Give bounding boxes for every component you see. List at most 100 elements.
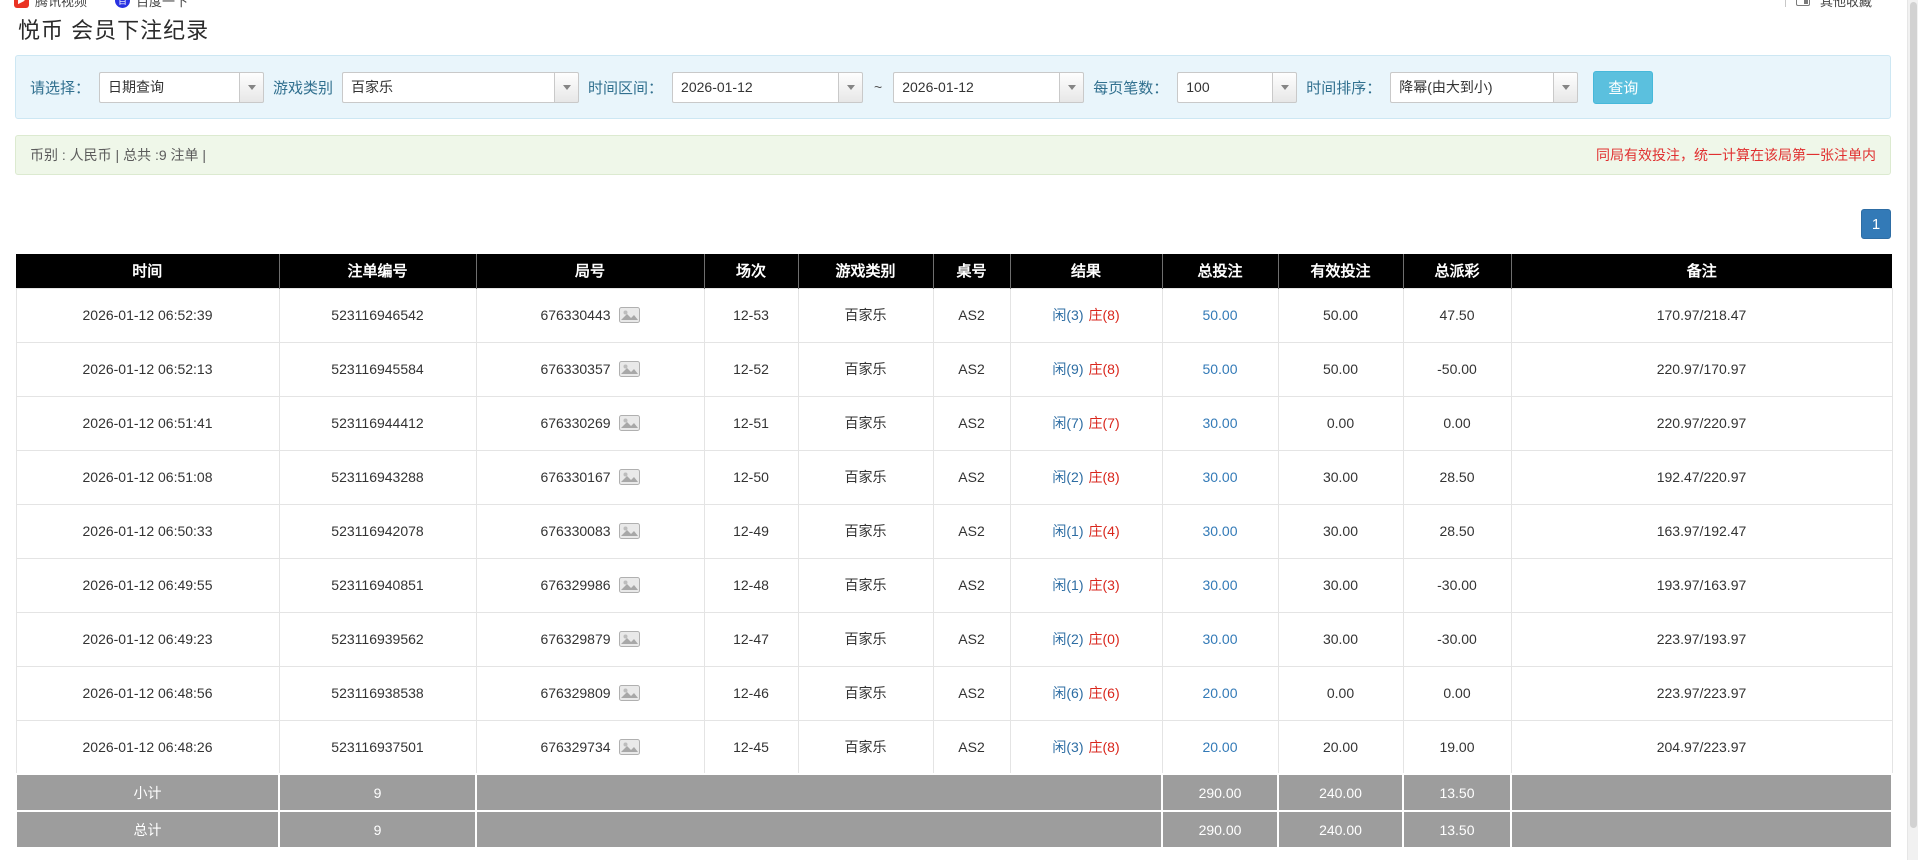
cell-total-bet: 30.00 xyxy=(1161,503,1279,559)
cell-valid-bet: 30.00 xyxy=(1277,503,1404,559)
header-valid-bet: 有效投注 xyxy=(1278,254,1404,288)
cell-table-no: AS2 xyxy=(932,719,1011,775)
total-bet-link[interactable]: 50.00 xyxy=(1202,361,1237,377)
filter-panel: 请选择： 游戏类别 时间区间： ~ 每页笔数： 时间排序： xyxy=(15,55,1891,119)
cell-game-type: 百家乐 xyxy=(797,557,934,613)
game-type-label: 游戏类别 xyxy=(273,79,334,97)
round-replay-icon[interactable] xyxy=(618,685,640,701)
total-bet-link[interactable]: 30.00 xyxy=(1202,631,1237,647)
query-type-input[interactable] xyxy=(99,71,240,103)
date-to-combo xyxy=(893,71,1085,103)
date-to-dropdown-arrow-icon[interactable] xyxy=(1059,71,1085,103)
scrollbar-thumb[interactable] xyxy=(1910,2,1917,828)
cell-payout: -30.00 xyxy=(1402,557,1512,613)
round-replay-icon[interactable] xyxy=(618,523,640,539)
round-number: 676330269 xyxy=(540,415,611,431)
date-from-input[interactable] xyxy=(672,71,839,103)
table-row: 2026-01-12 06:52:13 523116945584 6763303… xyxy=(15,341,1893,397)
round-replay-icon[interactable] xyxy=(618,469,640,485)
game-type-dropdown-arrow-icon[interactable] xyxy=(554,71,580,103)
page-1-button[interactable]: 1 xyxy=(1861,209,1891,239)
total-spacer xyxy=(475,810,1163,849)
table-row: 2026-01-12 06:49:55 523116940851 6763299… xyxy=(15,557,1893,613)
result-banker: 庄(8) xyxy=(1088,361,1120,377)
page-title: 悦币 会员下注纪录 xyxy=(18,18,210,43)
cell-game-type: 百家乐 xyxy=(797,719,934,775)
sort-combo xyxy=(1390,71,1579,103)
cell-bet-id: 523116938538 xyxy=(278,665,477,721)
cell-result: 闲(3) 庄(8) xyxy=(1009,287,1163,343)
table-body: 2026-01-12 06:52:39 523116946542 6763304… xyxy=(15,287,1893,775)
browser-scrollbar[interactable] xyxy=(1907,0,1918,860)
cell-result: 闲(3) 庄(8) xyxy=(1009,719,1163,775)
pagination: 1 xyxy=(15,209,1891,239)
date-from-dropdown-arrow-icon[interactable] xyxy=(838,71,864,103)
cell-result: 闲(2) 庄(8) xyxy=(1009,449,1163,505)
table-row: 2026-01-12 06:48:26 523116937501 6763297… xyxy=(15,719,1893,775)
sort-dropdown-arrow-icon[interactable] xyxy=(1553,71,1579,103)
cell-payout: 0.00 xyxy=(1402,395,1512,451)
cell-bet-id: 523116945584 xyxy=(278,341,477,397)
page-size-input[interactable] xyxy=(1177,71,1273,103)
cell-game-type: 百家乐 xyxy=(797,341,934,397)
header-time: 时间 xyxy=(16,254,280,288)
total-bet-link[interactable]: 30.00 xyxy=(1202,577,1237,593)
round-replay-icon[interactable] xyxy=(618,738,640,755)
header-note: 备注 xyxy=(1511,254,1892,288)
cell-total-bet: 50.00 xyxy=(1161,341,1279,397)
cell-time: 2026-01-12 06:50:33 xyxy=(15,503,280,559)
total-note xyxy=(1510,810,1893,849)
page-size-dropdown-arrow-icon[interactable] xyxy=(1272,71,1298,103)
total-bet-link[interactable]: 30.00 xyxy=(1202,469,1237,485)
round-replay-icon[interactable] xyxy=(618,307,640,323)
result-banker: 庄(8) xyxy=(1088,307,1120,323)
query-type-dropdown-arrow-icon[interactable] xyxy=(239,71,265,103)
cell-payout: -50.00 xyxy=(1402,341,1512,397)
bookmark-tencent-video[interactable]: ▶ 腾讯视频 xyxy=(14,0,87,10)
round-replay-icon[interactable] xyxy=(618,415,640,431)
cell-session: 12-53 xyxy=(703,287,799,343)
result-player: 闲(3) xyxy=(1052,307,1084,323)
bookmark-label: 百度一下 xyxy=(136,0,189,9)
bookmark-label: 腾讯视频 xyxy=(35,0,88,9)
date-to-input[interactable] xyxy=(893,71,1060,103)
subtotal-payout: 13.50 xyxy=(1402,773,1512,812)
result-banker: 庄(8) xyxy=(1088,469,1120,485)
cell-session: 12-52 xyxy=(703,341,799,397)
total-bet-link[interactable]: 50.00 xyxy=(1202,307,1237,323)
cell-note: 204.97/223.97 xyxy=(1510,719,1893,775)
side-panel-icon xyxy=(1795,0,1810,6)
result-banker: 庄(4) xyxy=(1088,523,1120,539)
total-bet-link[interactable]: 30.00 xyxy=(1202,523,1237,539)
search-button[interactable]: 查询 xyxy=(1593,70,1654,104)
cell-session: 12-51 xyxy=(703,395,799,451)
cell-time: 2026-01-12 06:52:13 xyxy=(15,341,280,397)
cell-round-id: 676330167 xyxy=(475,449,705,505)
tencent-video-favicon: ▶ xyxy=(14,0,29,8)
game-type-input[interactable] xyxy=(342,71,555,103)
cell-table-no: AS2 xyxy=(932,611,1011,667)
header-total-bet: 总投注 xyxy=(1162,254,1279,288)
cell-note: 220.97/170.97 xyxy=(1510,341,1893,397)
cell-total-bet: 30.00 xyxy=(1161,611,1279,667)
cell-game-type: 百家乐 xyxy=(797,611,934,667)
subtotal-count: 9 xyxy=(278,773,477,812)
cell-bet-id: 523116939562 xyxy=(278,611,477,667)
cell-round-id: 676329986 xyxy=(475,557,705,613)
cell-bet-id: 523116937501 xyxy=(278,719,477,775)
cell-table-no: AS2 xyxy=(932,341,1011,397)
result-banker: 庄(0) xyxy=(1088,631,1120,647)
total-bet-link[interactable]: 30.00 xyxy=(1202,415,1237,431)
other-bookmarks-button[interactable]: 其他收藏 xyxy=(1820,0,1872,10)
round-replay-icon[interactable] xyxy=(618,361,640,377)
page-size-combo xyxy=(1177,71,1298,103)
total-bet-link[interactable]: 20.00 xyxy=(1202,739,1237,755)
round-replay-icon[interactable] xyxy=(618,577,640,593)
total-valid-bet: 240.00 xyxy=(1277,810,1404,849)
total-bet-link[interactable]: 20.00 xyxy=(1202,685,1237,701)
round-number: 676330083 xyxy=(540,523,611,539)
sort-input[interactable] xyxy=(1390,71,1554,103)
bookmark-baidu[interactable]: 百 百度一下 xyxy=(115,0,188,10)
round-replay-icon[interactable] xyxy=(618,631,640,647)
result-player: 闲(2) xyxy=(1052,631,1084,647)
